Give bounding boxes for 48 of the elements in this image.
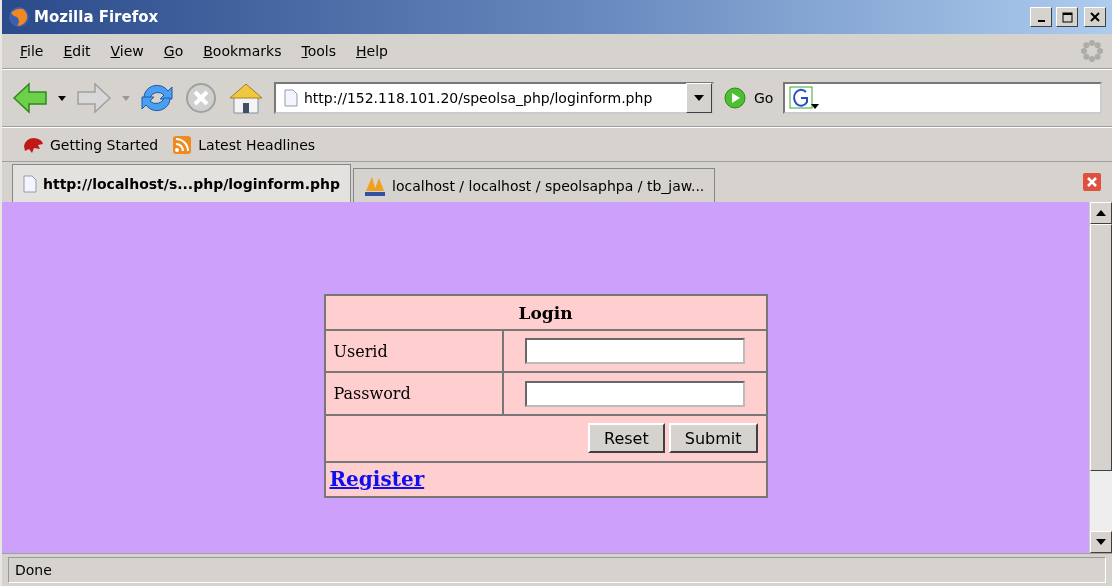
form-title: Login: [324, 295, 767, 331]
play-icon: [724, 87, 746, 109]
field-label: Password: [324, 372, 503, 415]
reload-icon[interactable]: [140, 82, 174, 114]
scrollbar[interactable]: [1089, 202, 1112, 553]
bookmark-item[interactable]: Latest Headlines: [172, 134, 316, 155]
menu-item[interactable]: Tools: [291, 43, 346, 59]
page-icon: [284, 89, 298, 107]
up-arrow-icon[interactable]: [1096, 210, 1106, 216]
close-icon: [1090, 12, 1100, 22]
menu-item[interactable]: Edit: [53, 43, 101, 59]
menu-item[interactable]: File: [10, 43, 54, 59]
throbber-icon: [1080, 39, 1104, 63]
menu-item[interactable]: Help: [346, 43, 398, 59]
input-field[interactable]: [524, 380, 745, 407]
form-button[interactable]: Submit: [668, 423, 758, 454]
bookmark-item[interactable]: Getting Started: [22, 135, 159, 154]
globe-icon: [8, 6, 30, 28]
maximize-button[interactable]: [1056, 7, 1078, 27]
address-bar[interactable]: http://152.118.101.20/speolsa_php/loginform.php: [274, 82, 714, 114]
form-button[interactable]: Reset: [588, 423, 665, 454]
go-button[interactable]: Go: [724, 87, 774, 109]
search-field[interactable]: [783, 82, 1102, 114]
search-engine-icon[interactable]: [789, 86, 820, 110]
window-title: Mozilla Firefox: [34, 8, 159, 26]
register-link[interactable]: Register: [329, 467, 425, 492]
rss-icon: [172, 134, 193, 155]
close-tab-icon[interactable]: [1082, 172, 1102, 192]
field-label: Userid: [324, 330, 503, 373]
minimize-icon: [1037, 20, 1045, 22]
browser-tab[interactable]: http://localhost/s...php/loginform.php: [12, 164, 352, 202]
menu-item[interactable]: Go: [153, 43, 194, 59]
close-button[interactable]: [1084, 7, 1106, 27]
down-arrow-icon[interactable]: [1096, 539, 1106, 545]
back-icon[interactable]: [12, 82, 48, 114]
status-text: Done: [8, 557, 1106, 583]
caret-icon: [694, 95, 704, 101]
browser-tab[interactable]: localhost / localhost / speolsaphpa / tb_jaw...: [353, 168, 716, 202]
menu-item[interactable]: View: [100, 43, 154, 59]
page-icon: [23, 174, 37, 193]
caret-icon[interactable]: [58, 95, 66, 101]
dropdown-button[interactable]: [686, 83, 712, 113]
minimize-button[interactable]: [1030, 7, 1052, 27]
maximize-icon: [1061, 11, 1073, 23]
input-field[interactable]: [524, 338, 745, 365]
menu-item[interactable]: Bookmarks: [193, 43, 292, 59]
stop-icon[interactable]: [184, 82, 218, 114]
home-icon[interactable]: [228, 81, 264, 115]
